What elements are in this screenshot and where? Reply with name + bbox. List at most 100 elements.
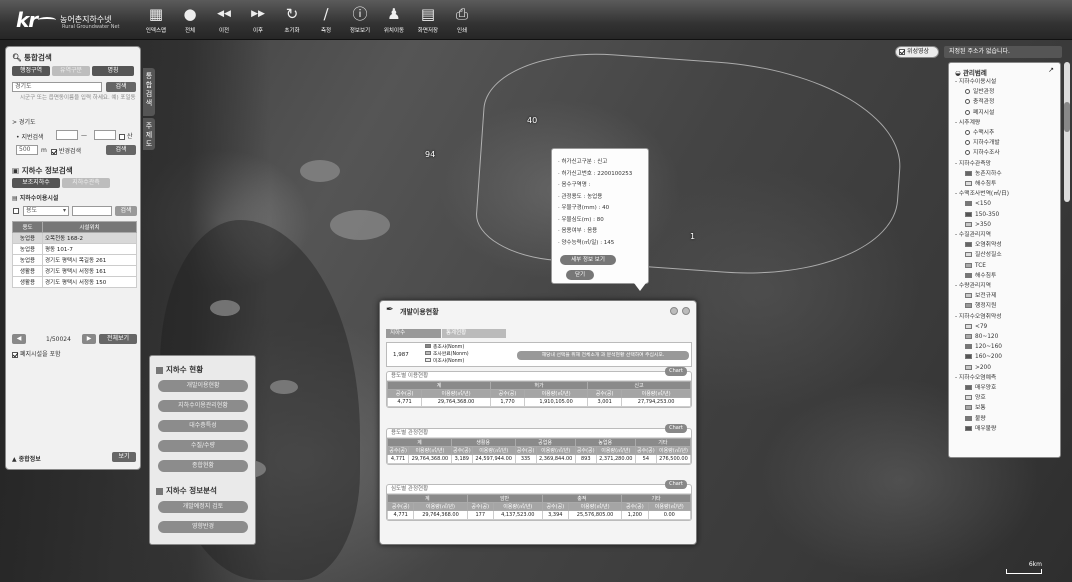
legend-item[interactable]: 행정지원	[965, 303, 996, 310]
chart-button[interactable]: Chart	[665, 367, 687, 376]
groundwater-analysis-button[interactable]: 영향반경	[158, 521, 248, 533]
legend-collapse-icon[interactable]: ↗	[1048, 66, 1054, 74]
legend-item[interactable]: 보전규제	[965, 293, 996, 300]
tab-name[interactable]: 명칭	[92, 66, 134, 76]
radius-input[interactable]: 500	[16, 145, 38, 155]
site-logo[interactable]: kr 농어촌지하수넷 Rural Groundwater Net	[16, 8, 120, 32]
legend-item[interactable]: 수맥시추	[965, 130, 994, 137]
groundwater-status-button[interactable]: 종합현황	[158, 460, 248, 472]
facility-filter-input[interactable]	[72, 206, 112, 216]
table-row[interactable]: 생활용 경기도 평택시 서정동 161	[12, 265, 137, 277]
legend-item[interactable]: 150-350	[965, 211, 999, 219]
toolbar-button-globe[interactable]: ● 전체	[171, 5, 209, 37]
groundwater-status-button[interactable]: 지하수이용관리현황	[158, 400, 248, 412]
region-search-input[interactable]: 경기도	[12, 82, 102, 92]
include-closed-checkbox[interactable]	[12, 351, 18, 358]
toolbar-button-printer[interactable]: ⎙ 인쇄	[443, 5, 481, 37]
filter-checkbox[interactable]	[13, 208, 19, 214]
prev-page-button[interactable]: ◀	[12, 334, 26, 344]
overview-view-button[interactable]: 보기	[112, 452, 136, 462]
toolbar-button-index-map[interactable]: ▦ 인덱스맵	[137, 5, 175, 37]
detail-info-button[interactable]: 세부 정보 보기	[560, 255, 616, 265]
groundwater-analysis-button[interactable]: 개발예정지 검토	[158, 501, 248, 513]
toolbar-button-next[interactable]: ▶▶ 이후	[239, 5, 277, 37]
legend-item[interactable]: 충적관정	[965, 99, 994, 106]
jibun-main-input[interactable]	[56, 130, 78, 140]
legend-item[interactable]: >350	[965, 221, 991, 229]
legend-item[interactable]: 160~200	[965, 354, 1002, 361]
legend-item[interactable]: TCE	[965, 262, 986, 270]
chart-button[interactable]: Chart	[665, 480, 687, 489]
popup-close-button[interactable]: 닫기	[566, 270, 594, 280]
toolbar-button-info[interactable]: ⓘ 정보보기	[341, 5, 379, 37]
mountain-checkbox[interactable]	[119, 133, 125, 140]
groundwater-status-button[interactable]: 수질/수량	[158, 440, 248, 452]
legend-item[interactable]: 지하수개발	[965, 140, 1000, 147]
table-header-location[interactable]: 시설위치	[42, 221, 137, 233]
toolbar-button-label: 정보보기	[349, 28, 371, 34]
legend-item[interactable]: 일반관정	[965, 89, 994, 96]
radius-check[interactable]: 반경검색	[51, 146, 81, 155]
jibun-search-button[interactable]: 검색	[106, 145, 136, 155]
toolbar-button-ruler[interactable]: ∕ 측정	[307, 5, 345, 37]
close-icon[interactable]	[682, 307, 690, 315]
tab-integrated-search[interactable]: 통합검색	[143, 68, 155, 116]
tab-statistics[interactable]: 통계현황	[442, 329, 506, 338]
zoom-thumb[interactable]	[1064, 102, 1070, 132]
tab-watershed[interactable]: 유역구분	[52, 66, 90, 76]
table-row[interactable]: 농업용 경기도 평택시 목길동 261	[12, 254, 137, 266]
legend-item[interactable]: 질산성질소	[965, 252, 1002, 259]
tab-theme-map[interactable]: 주제도	[143, 118, 155, 150]
legend-item[interactable]: 지하수조사	[965, 150, 1000, 157]
region-search-button[interactable]: 검색	[106, 82, 136, 92]
view-all-button[interactable]: 전체보기	[99, 334, 137, 344]
tab-admin-region[interactable]: 행정구역	[12, 66, 50, 76]
legend-item[interactable]: 매우불량	[965, 425, 996, 433]
toolbar-button-person[interactable]: ♟ 위치이동	[375, 5, 413, 37]
legend-item[interactable]: 농촌지하수	[965, 170, 1002, 178]
mountain-check[interactable]: 산	[119, 131, 133, 140]
minimize-button[interactable]	[670, 307, 678, 315]
groundwater-status-button[interactable]: 개발이용현황	[158, 380, 248, 392]
toolbar-button-save-screen[interactable]: ▤ 화면저장	[409, 5, 447, 37]
legend-item[interactable]: >200	[965, 364, 991, 372]
tab-groundwater[interactable]: 지하수	[386, 329, 441, 338]
chart-button[interactable]: Chart	[665, 424, 687, 433]
table-row[interactable]: 농업용 평동 101-7	[12, 243, 137, 255]
legend-item-label: - 수맥조사번역(㎥/日)	[955, 191, 1010, 198]
side-tabs: 통합검색 주제도	[143, 68, 155, 152]
legend-item[interactable]: 보통	[965, 405, 986, 412]
groundwater-status-button[interactable]: 대수층특성	[158, 420, 248, 432]
legend-item[interactable]: 해수침투	[965, 181, 996, 188]
legend-item[interactable]: <79	[965, 323, 987, 331]
legend-item[interactable]: 80~120	[965, 334, 998, 341]
satellite-toggle[interactable]: 위성영상	[895, 46, 939, 58]
legend-item[interactable]: 폐지시설	[965, 109, 994, 117]
satellite-checkbox[interactable]	[899, 48, 905, 55]
toolbar-button-previous[interactable]: ◀◀ 이전	[205, 5, 243, 37]
radius-checkbox[interactable]	[51, 148, 57, 155]
facility-search-button[interactable]: 검색	[115, 206, 137, 216]
legend-item-label: 120~160	[975, 344, 1002, 351]
usage-filter-select[interactable]: 용도 ▾	[23, 206, 69, 216]
summary-legend-row: 총조사(Nonm)	[425, 344, 469, 351]
legend-item[interactable]: 매우양호	[965, 385, 996, 392]
tab-aux-groundwater[interactable]: 보조지하수	[12, 178, 60, 188]
legend-item[interactable]: 120~160	[965, 344, 1002, 351]
table-row[interactable]: 생활용 경기도 평택시 서정동 150	[12, 276, 137, 288]
table-subheader: 공수(공)	[621, 502, 649, 511]
table-header-usage[interactable]: 용도	[12, 221, 43, 233]
legend-item[interactable]: 해수침투	[965, 272, 996, 280]
legend-item[interactable]: 오염취약성	[965, 242, 1002, 249]
table-row[interactable]: 농업용 오목천동 168-2	[12, 232, 137, 244]
legend-item[interactable]: 불량	[965, 415, 986, 423]
tab-groundwater-obs[interactable]: 지하수관측	[62, 178, 110, 188]
include-closed-check[interactable]: 폐지시설을 포함	[12, 349, 61, 358]
jibun-sub-input[interactable]	[94, 130, 116, 140]
legend-item[interactable]: <150	[965, 201, 991, 208]
next-page-button[interactable]: ▶	[82, 334, 96, 344]
map-zoom-slider[interactable]	[1064, 62, 1070, 202]
legend-item[interactable]: 양호	[965, 395, 986, 402]
toolbar-button-reset[interactable]: ↻ 초기화	[273, 5, 311, 37]
save-screen-icon: ▤	[420, 5, 436, 23]
